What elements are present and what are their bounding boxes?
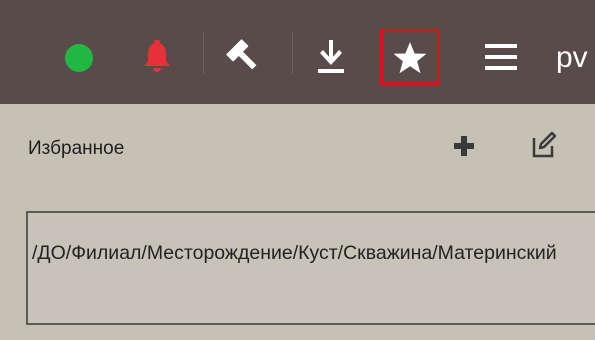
star-icon (391, 39, 429, 77)
status-indicator-icon[interactable] (65, 44, 93, 72)
hamburger-icon[interactable] (479, 40, 523, 74)
favorites-button[interactable] (380, 29, 440, 85)
edit-icon (532, 131, 557, 158)
bell-icon[interactable] (140, 38, 174, 76)
favorites-title: Избранное (28, 138, 125, 159)
favorite-path[interactable]: /ДО/Филиал/Месторождение/Куст/Скважина/М… (32, 237, 572, 270)
top-toolbar: pv (0, 0, 595, 104)
edit-favorites-button[interactable] (528, 130, 558, 160)
toolbar-divider (292, 32, 293, 74)
download-icon[interactable] (311, 36, 351, 78)
toolbar-divider (203, 32, 204, 74)
hammer-icon[interactable] (223, 36, 263, 76)
user-name[interactable]: pv (556, 40, 588, 76)
plus-icon (454, 136, 474, 156)
add-favorite-button[interactable] (452, 134, 476, 158)
